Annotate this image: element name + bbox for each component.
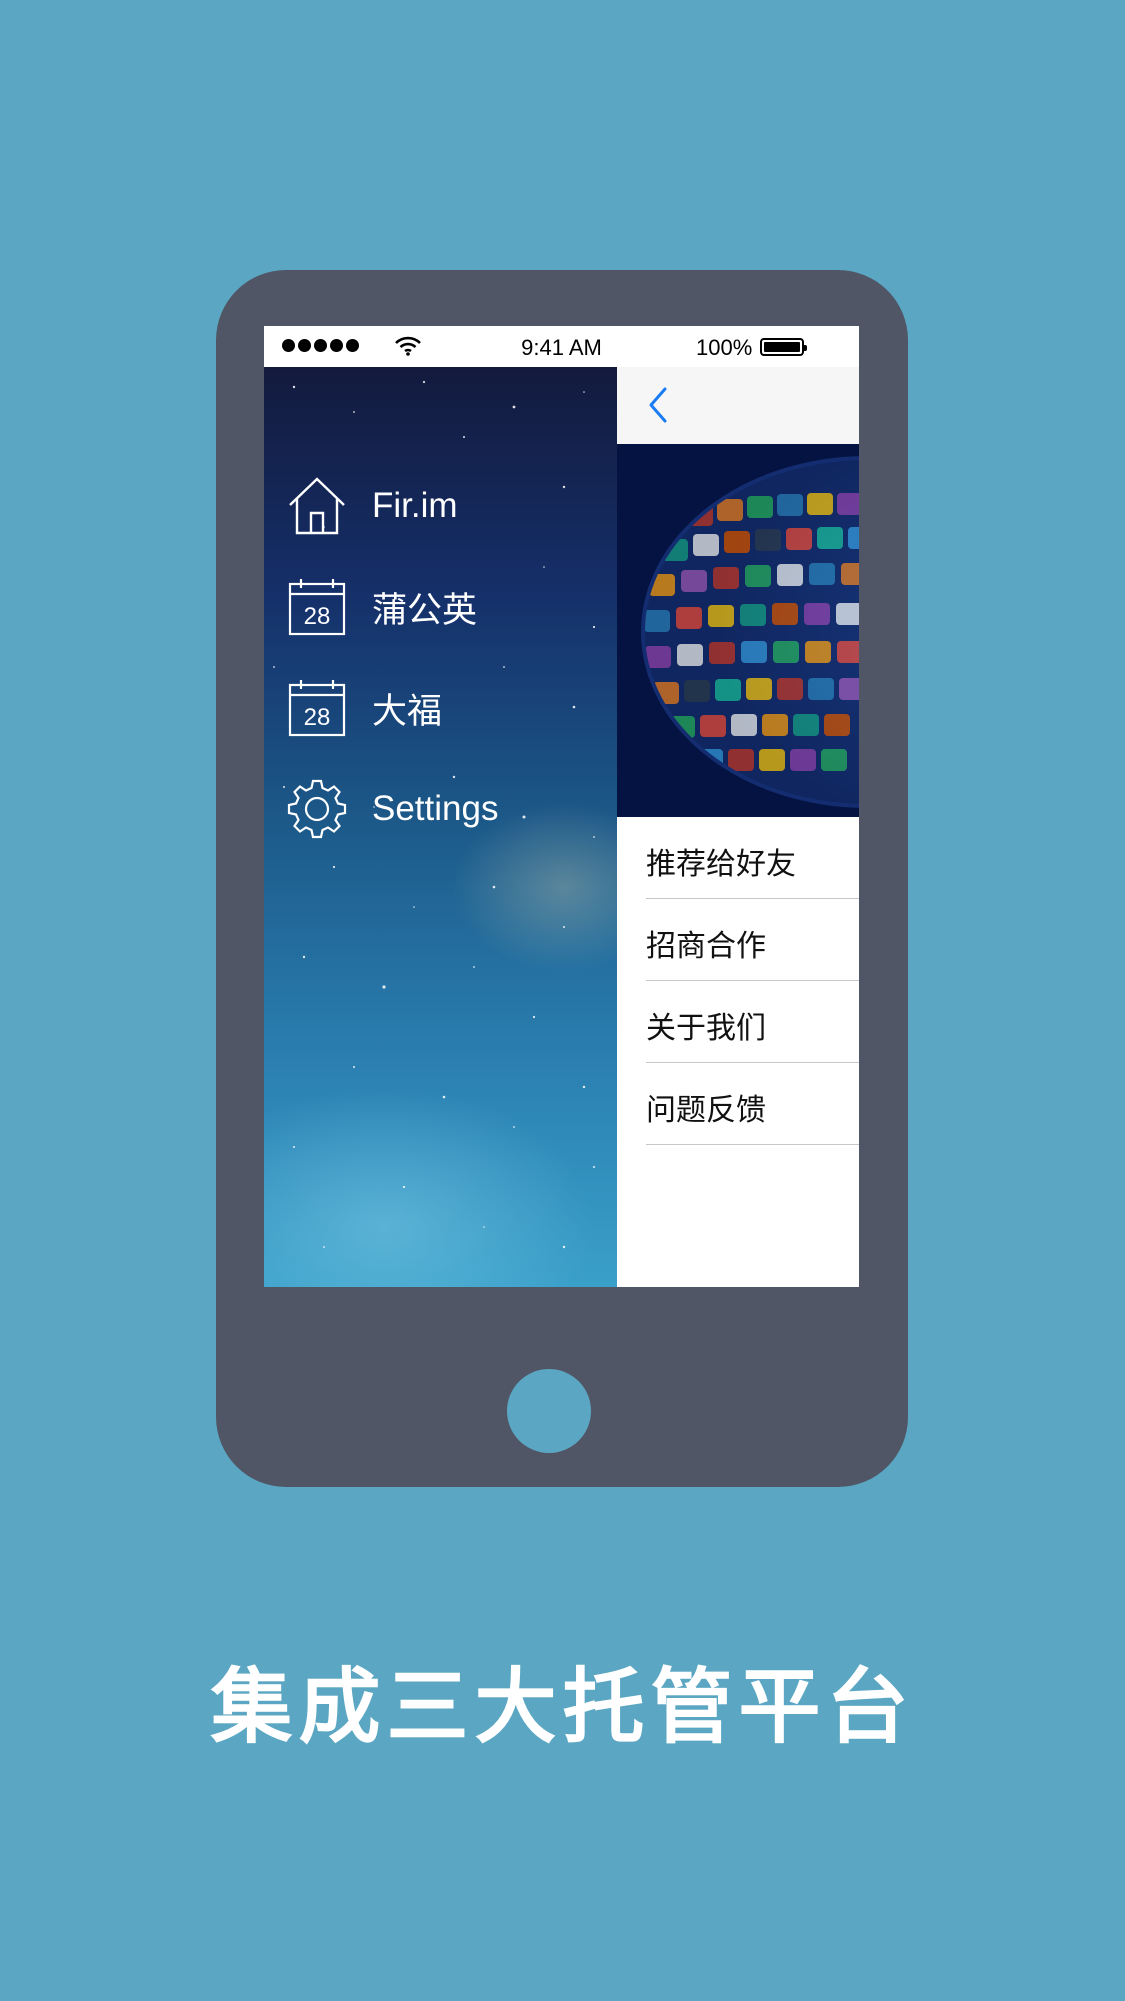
phone-screen: 9:41 AM 100% Fir.im 28 蒲公英 28 大福 Setting… xyxy=(264,326,859,1287)
status-bar: 9:41 AM 100% xyxy=(264,326,859,367)
drawer-item-label: Settings xyxy=(372,789,499,828)
chevron-left-icon[interactable] xyxy=(647,385,669,430)
drawer-item-label: 蒲公英 xyxy=(372,590,478,630)
drawer-item-label: Fir.im xyxy=(372,486,458,525)
list-item-recommend[interactable]: 推荐给好友 xyxy=(617,817,859,899)
list-item-about[interactable]: 关于我们 xyxy=(617,981,859,1063)
calendar-icon-number: 28 xyxy=(304,603,331,630)
main-panel: 推荐给好友 招商合作 关于我们 问题反馈 xyxy=(617,367,859,1287)
calendar-icon: 28 xyxy=(286,576,348,638)
app-globe-banner xyxy=(617,444,859,817)
list-item-label: 问题反馈 xyxy=(646,1094,766,1127)
phone-frame: 9:41 AM 100% Fir.im 28 蒲公英 28 大福 Setting… xyxy=(216,270,908,1487)
settings-list: 推荐给好友 招商合作 关于我们 问题反馈 xyxy=(617,817,859,1145)
list-item-label: 关于我们 xyxy=(646,1012,766,1045)
divider xyxy=(646,1144,859,1145)
battery-icon xyxy=(760,338,807,356)
drawer-item-label: 大福 xyxy=(372,691,443,731)
list-item-business[interactable]: 招商合作 xyxy=(617,899,859,981)
drawer-item-settings[interactable]: Settings xyxy=(286,774,606,844)
gear-icon xyxy=(286,778,348,840)
battery-percentage: 100% xyxy=(696,335,753,360)
list-item-label: 招商合作 xyxy=(646,930,766,963)
drawer-item-dafu[interactable]: 28 大福 xyxy=(286,673,606,743)
side-drawer: Fir.im 28 蒲公英 28 大福 Settings xyxy=(264,367,617,1287)
home-icon xyxy=(286,475,348,537)
calendar-icon: 28 xyxy=(286,677,348,739)
navigation-bar xyxy=(617,367,859,445)
drawer-item-firim[interactable]: Fir.im xyxy=(286,471,606,541)
promo-caption: 集成三大托管平台 xyxy=(210,1662,915,1753)
calendar-icon-number: 28 xyxy=(304,704,331,731)
drawer-item-pugongying[interactable]: 28 蒲公英 xyxy=(286,572,606,642)
list-item-feedback[interactable]: 问题反馈 xyxy=(617,1063,859,1145)
list-item-label: 推荐给好友 xyxy=(646,848,796,881)
home-button[interactable] xyxy=(507,1369,591,1453)
